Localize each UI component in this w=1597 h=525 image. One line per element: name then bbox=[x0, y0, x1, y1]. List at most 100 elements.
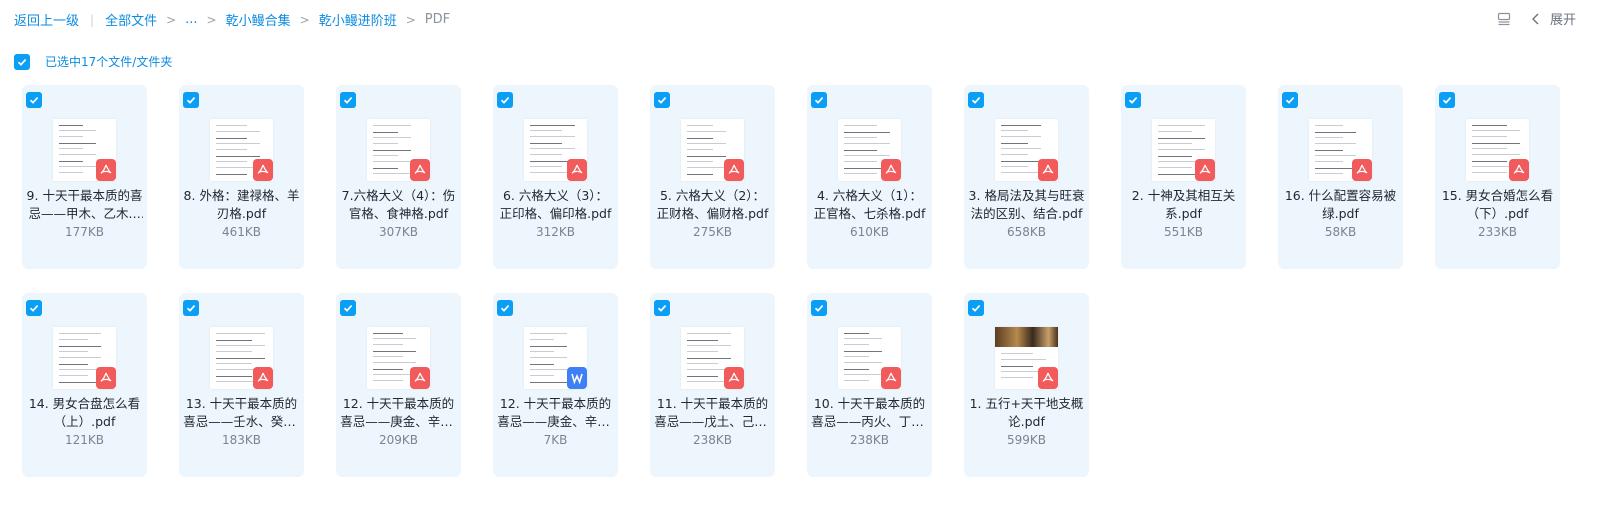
file-tile[interactable]: 8. 外格：建禄格、羊刃格.pdf 461KB bbox=[179, 85, 304, 269]
file-checkbox[interactable] bbox=[340, 92, 356, 108]
file-tile[interactable]: 12. 十天干最本质的喜忌——庚金、辛金.pdf 209KB bbox=[336, 293, 461, 477]
file-name[interactable]: 12. 十天干最本质的喜忌——庚金、辛金.pdf bbox=[340, 395, 457, 431]
check-icon bbox=[17, 58, 27, 66]
file-tile[interactable]: 14. 男女合盘怎么看（上）.pdf 121KB bbox=[22, 293, 147, 477]
pdf-icon bbox=[1038, 159, 1058, 181]
file-size: 7KB bbox=[543, 433, 568, 447]
expand-button[interactable]: 展开 bbox=[1550, 9, 1576, 28]
pdf-icon bbox=[724, 159, 744, 181]
file-checkbox[interactable] bbox=[26, 300, 42, 316]
file-size: 238KB bbox=[692, 433, 732, 447]
selection-count-label: 已选中17个文件/文件夹 bbox=[45, 55, 173, 69]
file-tile[interactable]: 7.六格大义（4）：伤官格、食神格.pdf 307KB bbox=[336, 85, 461, 269]
word-doc-icon bbox=[567, 367, 587, 389]
file-tile[interactable]: 10. 十天干最本质的喜忌——丙火、丁火.pdf 238KB bbox=[807, 293, 932, 477]
pdf-icon bbox=[881, 159, 901, 181]
pdf-icon bbox=[1352, 159, 1372, 181]
top-bar: 返回上一级 | 全部文件 > ... > 乾小鳗合集 > 乾小鳗进阶班 > PD… bbox=[0, 0, 1597, 36]
pdf-icon bbox=[1038, 367, 1058, 389]
file-checkbox[interactable] bbox=[26, 92, 42, 108]
file-size: 58KB bbox=[1324, 225, 1357, 239]
file-checkbox[interactable] bbox=[654, 300, 670, 316]
file-size: 599KB bbox=[1006, 433, 1046, 447]
file-name[interactable]: 16. 什么配置容易被绿.pdf bbox=[1282, 187, 1399, 223]
pdf-icon bbox=[881, 367, 901, 389]
file-size: 275KB bbox=[692, 225, 732, 239]
breadcrumb-all-files[interactable]: 全部文件 bbox=[105, 10, 157, 29]
breadcrumb-level2[interactable]: 乾小鳗进阶班 bbox=[319, 10, 397, 29]
file-tile[interactable]: 9. 十天干最本质的喜忌——甲木、乙木.pdf 177KB bbox=[22, 85, 147, 269]
file-checkbox[interactable] bbox=[1439, 92, 1455, 108]
file-checkbox[interactable] bbox=[497, 300, 513, 316]
file-checkbox[interactable] bbox=[340, 300, 356, 316]
file-name[interactable]: 6. 六格大义（3）：正印格、偏印格.pdf bbox=[497, 187, 614, 223]
file-name[interactable]: 13. 十天干最本质的喜忌——壬水、癸水.pdf bbox=[183, 395, 300, 431]
file-name[interactable]: 15. 男女合婚怎么看（下）.pdf bbox=[1439, 187, 1556, 223]
file-name[interactable]: 14. 男女合盘怎么看（上）.pdf bbox=[26, 395, 143, 431]
breadcrumb-ellipsis[interactable]: ... bbox=[185, 12, 197, 27]
file-tile[interactable]: 5. 六格大义（2）：正财格、偏财格.pdf 275KB bbox=[650, 85, 775, 269]
file-name[interactable]: 1. 五行+天干地支概论.pdf bbox=[968, 395, 1085, 431]
file-size: 209KB bbox=[378, 433, 418, 447]
breadcrumb-separator-icon: > bbox=[405, 12, 416, 27]
file-size: 233KB bbox=[1477, 225, 1517, 239]
breadcrumb: 返回上一级 | 全部文件 > ... > 乾小鳗合集 > 乾小鳗进阶班 > PD… bbox=[14, 10, 450, 29]
file-checkbox[interactable] bbox=[1125, 92, 1141, 108]
file-tile[interactable]: 2. 十神及其相互关系.pdf 551KB bbox=[1121, 85, 1246, 269]
file-checkbox[interactable] bbox=[183, 92, 199, 108]
file-name[interactable]: 7.六格大义（4）：伤官格、食神格.pdf bbox=[340, 187, 457, 223]
top-right-tools: 展开 bbox=[1496, 9, 1576, 28]
file-size: 610KB bbox=[849, 225, 889, 239]
pdf-icon bbox=[1509, 159, 1529, 181]
file-tile[interactable]: 1. 五行+天干地支概论.pdf 599KB bbox=[964, 293, 1089, 477]
back-link[interactable]: 返回上一级 bbox=[14, 10, 79, 29]
select-all-checkbox[interactable] bbox=[14, 53, 30, 70]
file-tile[interactable]: 3. 格局法及其与旺衰法的区别、结合.pdf 658KB bbox=[964, 85, 1089, 269]
file-name[interactable]: 8. 外格：建禄格、羊刃格.pdf bbox=[183, 187, 300, 223]
file-name[interactable]: 5. 六格大义（2）：正财格、偏财格.pdf bbox=[654, 187, 771, 223]
file-size: 121KB bbox=[64, 433, 104, 447]
file-tile[interactable]: 15. 男女合婚怎么看（下）.pdf 233KB bbox=[1435, 85, 1560, 269]
select-all-row: 已选中17个文件/文件夹 bbox=[14, 53, 172, 70]
file-tile[interactable]: 4. 六格大义（1）：正官格、七杀格.pdf 610KB bbox=[807, 85, 932, 269]
file-tile[interactable]: 11. 十天干最本质的喜忌——戊土、己土.pdf 238KB bbox=[650, 293, 775, 477]
file-tile[interactable]: 16. 什么配置容易被绿.pdf 58KB bbox=[1278, 85, 1403, 269]
file-checkbox[interactable] bbox=[497, 92, 513, 108]
file-checkbox[interactable] bbox=[811, 92, 827, 108]
file-checkbox[interactable] bbox=[654, 92, 670, 108]
pdf-icon bbox=[96, 159, 116, 181]
file-tile[interactable]: 13. 十天干最本质的喜忌——壬水、癸水.pdf 183KB bbox=[179, 293, 304, 477]
file-name[interactable]: 12. 十天干最本质的喜忌——庚金、辛金.docx bbox=[497, 395, 614, 431]
list-view-icon[interactable] bbox=[1496, 11, 1512, 27]
file-name[interactable]: 3. 格局法及其与旺衰法的区别、结合.pdf bbox=[968, 187, 1085, 223]
pdf-icon bbox=[724, 367, 744, 389]
breadcrumb-separator-icon: > bbox=[166, 12, 177, 27]
file-size: 238KB bbox=[849, 433, 889, 447]
pdf-icon bbox=[567, 159, 587, 181]
file-checkbox[interactable] bbox=[968, 300, 984, 316]
pdf-icon bbox=[96, 367, 116, 389]
breadcrumb-divider: | bbox=[90, 12, 95, 27]
file-tile[interactable]: 6. 六格大义（3）：正印格、偏印格.pdf 312KB bbox=[493, 85, 618, 269]
file-checkbox[interactable] bbox=[811, 300, 827, 316]
breadcrumb-current: PDF bbox=[424, 12, 451, 27]
pdf-icon bbox=[253, 159, 273, 181]
file-tile[interactable]: 12. 十天干最本质的喜忌——庚金、辛金.docx 7KB bbox=[493, 293, 618, 477]
file-size: 312KB bbox=[535, 225, 575, 239]
file-checkbox[interactable] bbox=[183, 300, 199, 316]
file-name[interactable]: 2. 十神及其相互关系.pdf bbox=[1125, 187, 1242, 223]
file-checkbox[interactable] bbox=[968, 92, 984, 108]
file-size: 307KB bbox=[378, 225, 418, 239]
file-size: 177KB bbox=[64, 225, 104, 239]
file-name[interactable]: 9. 十天干最本质的喜忌——甲木、乙木.pdf bbox=[26, 187, 143, 223]
pdf-icon bbox=[410, 159, 430, 181]
file-name[interactable]: 11. 十天干最本质的喜忌——戊土、己土.pdf bbox=[654, 395, 771, 431]
file-checkbox[interactable] bbox=[1282, 92, 1298, 108]
pdf-icon bbox=[1195, 159, 1215, 181]
file-name[interactable]: 10. 十天干最本质的喜忌——丙火、丁火.pdf bbox=[811, 395, 928, 431]
pdf-icon bbox=[253, 367, 273, 389]
chevron-left-icon[interactable] bbox=[1528, 11, 1544, 27]
breadcrumb-level1[interactable]: 乾小鳗合集 bbox=[226, 10, 291, 29]
file-name[interactable]: 4. 六格大义（1）：正官格、七杀格.pdf bbox=[811, 187, 928, 223]
pdf-icon bbox=[410, 367, 430, 389]
